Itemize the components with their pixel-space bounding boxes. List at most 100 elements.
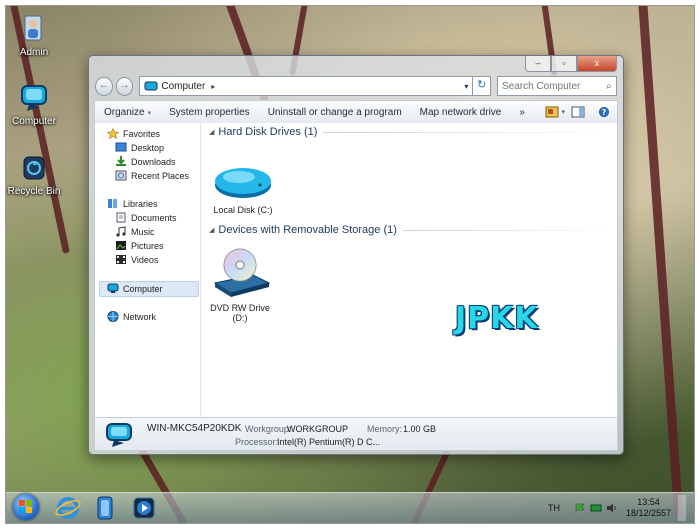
recent-places-icon	[115, 170, 127, 181]
view-options-dropdown-icon[interactable]: ▾	[561, 108, 565, 116]
address-dropdown-icon[interactable]: ▾	[464, 82, 468, 91]
address-row: ← → Computer ▸ ▾ ↻ ⌕	[95, 75, 617, 97]
search-box[interactable]: ⌕	[496, 76, 617, 96]
close-button[interactable]: x	[577, 56, 617, 72]
nav-music[interactable]: Music	[115, 226, 155, 237]
explorer-window: – ▫ x ← → Computer ▸ ▾ ↻ ⌕ Organize▾ Sys…	[88, 55, 624, 455]
maximize-button[interactable]: ▫	[551, 56, 577, 72]
start-button[interactable]	[13, 494, 39, 520]
uninstall-program-button[interactable]: Uninstall or change a program	[259, 107, 411, 118]
action-center-flag-icon[interactable]	[574, 503, 586, 513]
nav-recent-places[interactable]: Recent Places	[115, 170, 189, 181]
clock-time: 13:54	[637, 497, 660, 507]
windows-explorer-icon[interactable]	[92, 495, 120, 521]
minimize-button[interactable]: –	[525, 56, 551, 72]
workgroup-value: WORKGROUP	[287, 424, 349, 434]
svg-text:?: ?	[602, 108, 606, 117]
organize-label: Organize	[104, 106, 145, 118]
dvd-drive-icon	[213, 248, 271, 297]
desktop-folder-icon	[115, 142, 127, 152]
computer-name: WIN-MKC54P20KDK	[147, 423, 242, 434]
computer-small-icon	[144, 81, 158, 90]
address-bar[interactable]: Computer ▸ ▾	[139, 76, 474, 96]
nav-label: Desktop	[131, 142, 165, 153]
back-button[interactable]: ←	[95, 76, 113, 96]
group-title: Hard Disk Drives (1)	[218, 126, 318, 138]
nav-downloads[interactable]: Downloads	[115, 156, 176, 167]
media-player-icon[interactable]	[130, 495, 158, 521]
nav-network[interactable]: Network	[107, 311, 156, 322]
preview-pane-icon[interactable]	[571, 106, 585, 118]
collapse-triangle-icon[interactable]: ◢	[209, 226, 214, 234]
group-header-hard-disk[interactable]: ◢ Hard Disk Drives (1)	[209, 126, 615, 138]
processor-value: Intel(R) Pentium(R) D C...	[277, 437, 381, 447]
forward-arrow-icon: →	[119, 79, 130, 91]
nav-label: Downloads	[131, 156, 176, 167]
nav-videos[interactable]: Videos	[115, 254, 158, 265]
details-pane: WIN-MKC54P20KDK Workgroup: WORKGROUP Mem…	[94, 418, 618, 451]
videos-icon	[116, 255, 126, 264]
nav-documents[interactable]: Documents	[115, 212, 177, 223]
nav-computer[interactable]: Computer	[107, 283, 163, 294]
breadcrumb-separator-icon[interactable]: ▸	[211, 82, 215, 91]
nav-label: Videos	[131, 254, 159, 265]
nav-label: Computer	[123, 283, 163, 294]
nav-pictures[interactable]: Pictures	[115, 240, 164, 251]
documents-icon	[116, 212, 126, 223]
jpkk-watermark: JPKK	[455, 301, 539, 336]
downloads-icon	[116, 156, 126, 166]
volume-icon[interactable]	[606, 503, 618, 513]
hard-drive-icon	[215, 168, 271, 198]
show-desktop-button[interactable]	[677, 495, 686, 521]
navigation-pane: Favorites Desktop Downloads Recent Place…	[95, 123, 201, 417]
desktop-icon-label: Computer	[12, 116, 56, 127]
system-properties-button[interactable]: System properties	[160, 107, 259, 118]
taskbar: TH 13:54 18/12/2557	[6, 492, 694, 523]
nav-libraries[interactable]: Libraries	[107, 198, 158, 209]
windows-logo-icon	[19, 500, 32, 513]
star-icon	[107, 128, 119, 139]
forward-button[interactable]: →	[115, 76, 134, 96]
map-network-drive-button[interactable]: Map network drive	[411, 107, 511, 118]
back-arrow-icon: ←	[98, 79, 109, 91]
desktop-icon-computer[interactable]: Computer	[6, 83, 64, 127]
nav-desktop[interactable]: Desktop	[115, 142, 164, 153]
memory-label: Memory:	[367, 424, 403, 434]
language-indicator[interactable]: TH	[548, 503, 560, 513]
group-title: Devices with Removable Storage (1)	[218, 224, 397, 236]
nav-label: Recent Places	[131, 170, 190, 181]
group-header-removable-storage[interactable]: ◢ Devices with Removable Storage (1)	[209, 224, 615, 236]
content-area: Favorites Desktop Downloads Recent Place…	[94, 123, 618, 418]
memory-value: 1.00 GB	[403, 424, 437, 434]
items-view: ◢ Hard Disk Drives (1) Local Disk (C:) ◢…	[203, 123, 617, 417]
drive-label-line2: (D:)	[232, 313, 248, 323]
toolbar-right: ▾ ?	[539, 106, 617, 118]
drive-local-disk-c[interactable]: Local Disk (C:)	[207, 163, 279, 215]
clock-date: 18/12/2557	[625, 508, 671, 518]
drive-dvd-rw-d[interactable]: DVD RW Drive (D:)	[204, 245, 276, 323]
nav-label: Music	[131, 226, 155, 237]
desktop-icon-recycle-bin[interactable]: Recycle Bin	[6, 153, 64, 197]
desktop-icon-admin[interactable]: Admin	[6, 14, 64, 58]
collapse-triangle-icon[interactable]: ◢	[209, 128, 214, 136]
drive-label-line1: DVD RW Drive	[210, 303, 270, 313]
internet-explorer-icon[interactable]	[54, 495, 82, 521]
workgroup-label: Workgroup:	[245, 424, 292, 434]
desktop-icon-label: Recycle Bin	[7, 186, 61, 197]
clock[interactable]: 13:54 18/12/2557	[626, 497, 671, 519]
computer-icon	[106, 423, 132, 447]
pictures-icon	[116, 241, 126, 250]
breadcrumb-computer[interactable]: Computer	[161, 81, 205, 92]
search-icon[interactable]: ⌕	[602, 81, 616, 92]
nav-favorites[interactable]: Favorites	[107, 128, 160, 139]
command-bar: Organize ▾ System properties Uninstall or…	[94, 100, 618, 124]
search-input[interactable]	[501, 80, 602, 92]
user-folder-icon	[19, 14, 49, 44]
help-icon[interactable]: ?	[597, 106, 611, 118]
network-icon[interactable]	[590, 503, 602, 513]
refresh-button[interactable]: ↻	[473, 76, 491, 96]
processor-label: Processor:	[235, 437, 279, 447]
organize-button[interactable]: Organize ▾	[95, 107, 160, 118]
change-view-icon[interactable]	[545, 106, 559, 118]
more-commands-button[interactable]: »	[510, 107, 534, 118]
